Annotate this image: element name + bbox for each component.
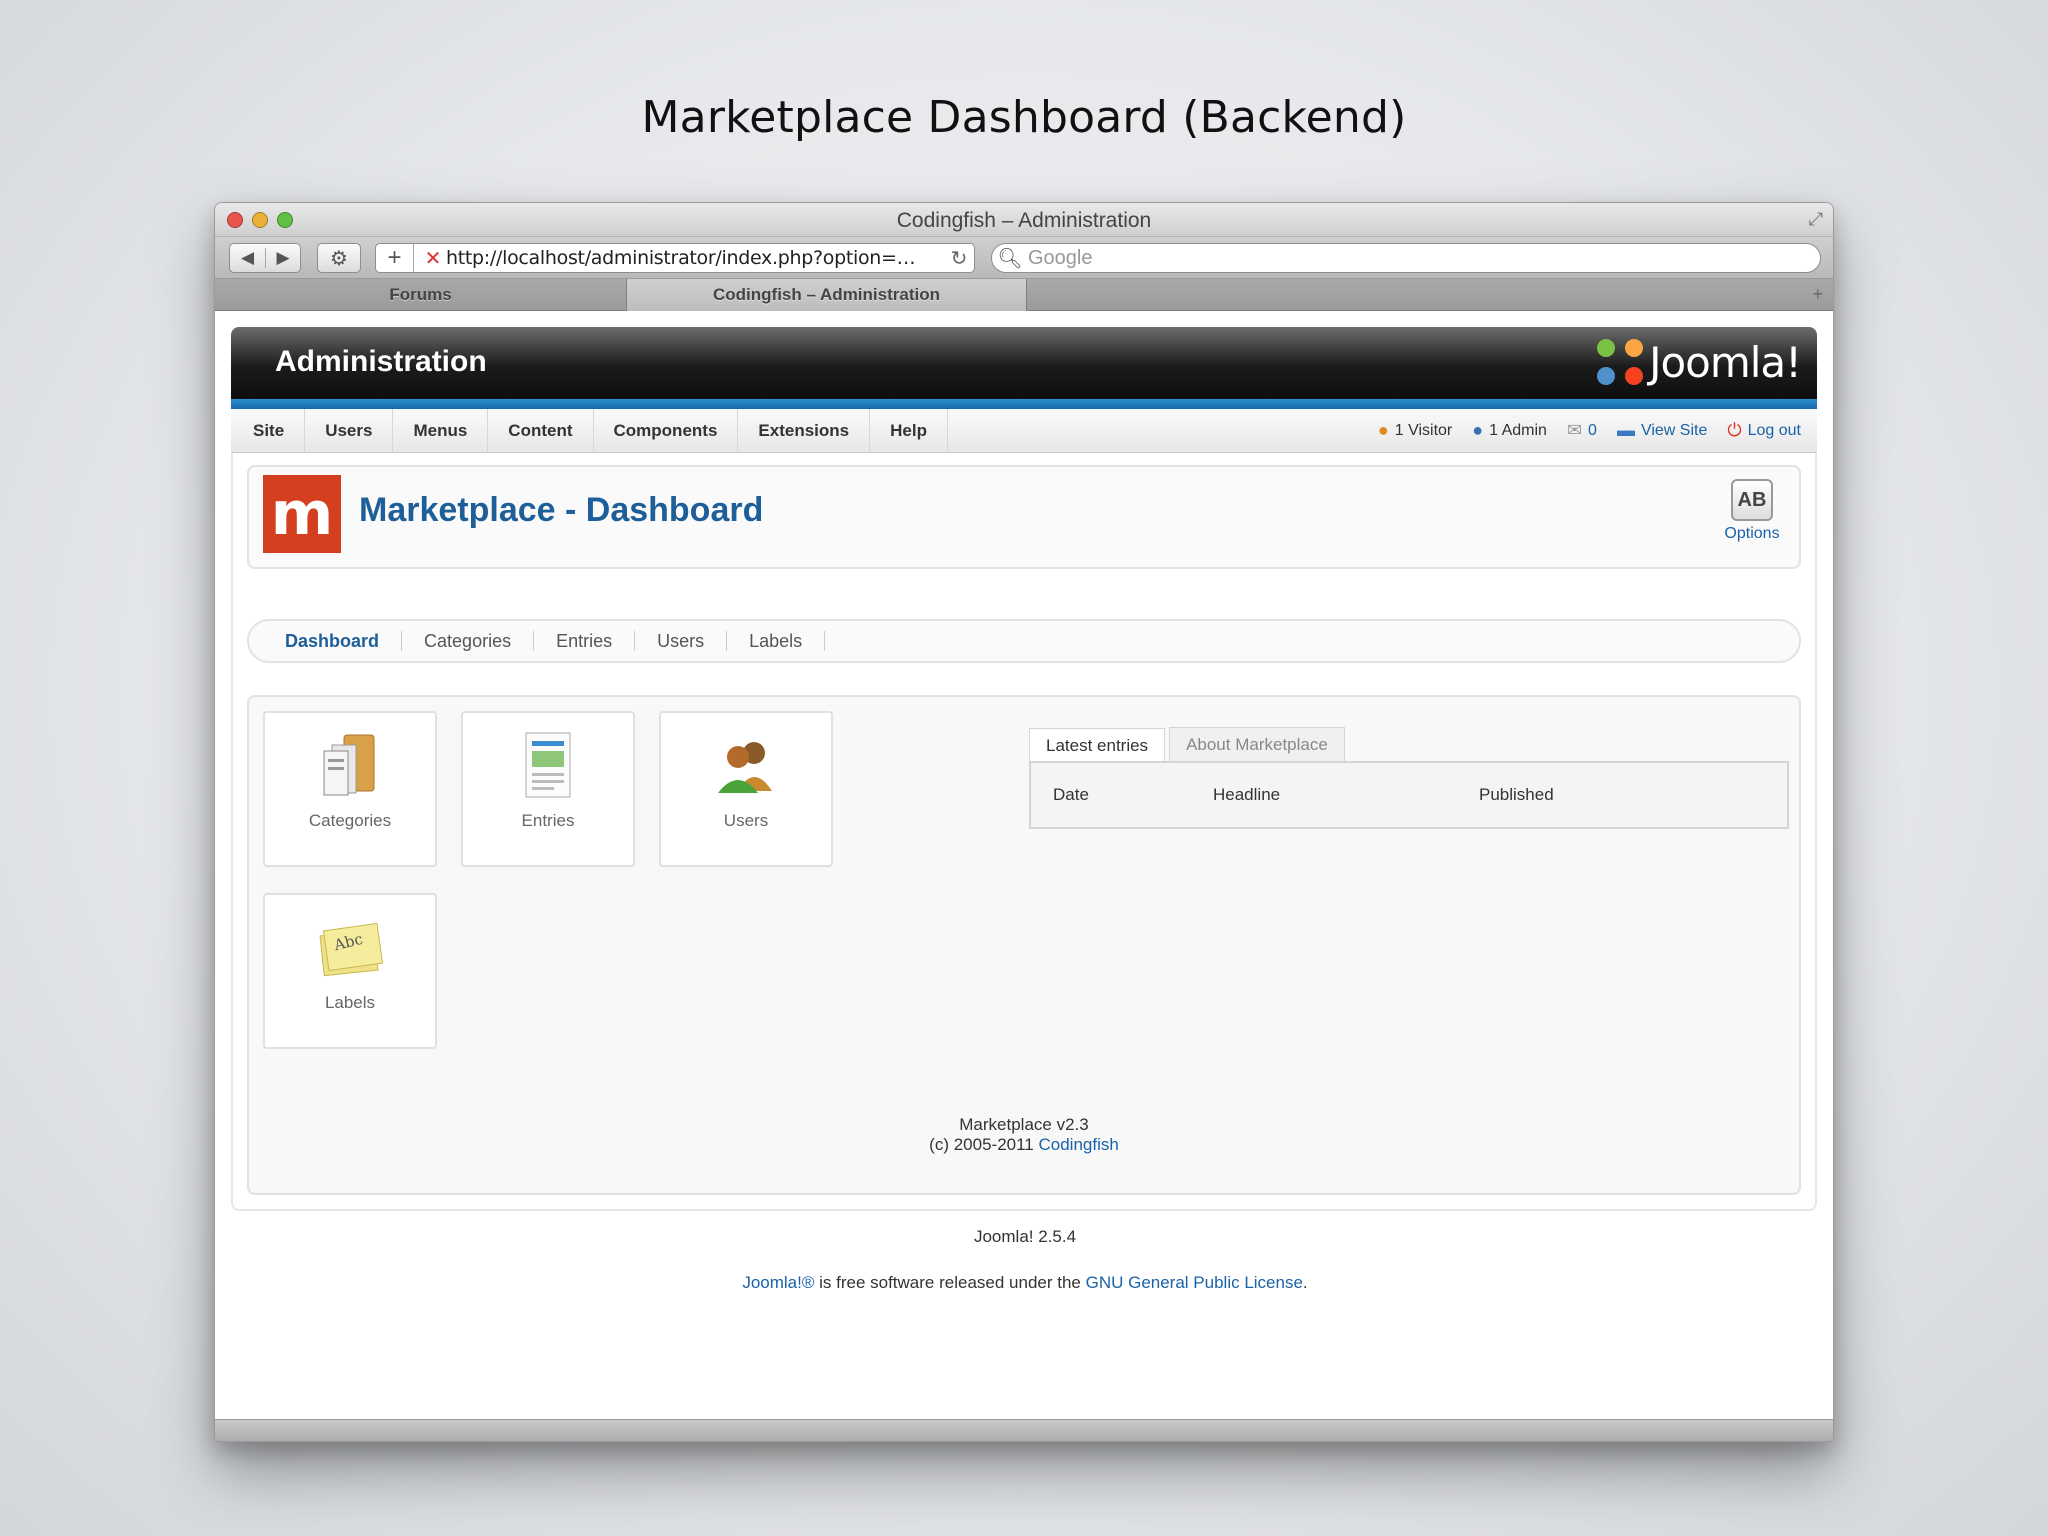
header-stripe xyxy=(231,399,1817,409)
view-site-label: View Site xyxy=(1640,421,1708,439)
submenu-labels[interactable]: Labels xyxy=(727,631,826,651)
new-tab-icon[interactable]: + xyxy=(1812,284,1823,305)
tab-administration[interactable]: Codingfish – Administration xyxy=(627,279,1027,311)
menu-site[interactable]: Site xyxy=(231,408,306,453)
back-button[interactable]: ◀ xyxy=(230,248,265,268)
monitor-icon: ▬ xyxy=(1616,420,1635,440)
folder-icon xyxy=(314,729,386,801)
admin-menu: Site Users Menus Content Components Exte… xyxy=(231,408,1817,453)
copyright-text: (c) 2005-2011 xyxy=(929,1135,1039,1154)
messages-count: 0 xyxy=(1588,421,1597,439)
submenu-entries[interactable]: Entries xyxy=(534,631,636,651)
options-label: Options xyxy=(1724,525,1780,542)
fullscreen-icon[interactable]: ⤢ xyxy=(1809,209,1823,230)
license-end: . xyxy=(1302,1273,1308,1292)
tab-about-marketplace[interactable]: About Marketplace xyxy=(1169,727,1345,761)
entries-button[interactable]: Entries xyxy=(461,711,635,867)
visitors-status: ● 1 Visitor xyxy=(1378,420,1452,441)
admin-icon: ● xyxy=(1472,420,1484,440)
license-text: is free software released under the xyxy=(814,1273,1086,1292)
column-published: Published xyxy=(1479,785,1554,804)
add-bookmark-icon[interactable]: + xyxy=(376,244,414,272)
admin-title: Administration xyxy=(275,345,487,378)
version-info: Marketplace v2.3 (c) 2005-2011 Codingfis… xyxy=(249,1115,1799,1155)
footer-license: Joomla!® is free software released under… xyxy=(215,1273,1833,1293)
page-content: Administration Joomla! Site Users Menus … xyxy=(215,313,1833,1441)
url-text[interactable]: http://localhost/administrator/index.php… xyxy=(446,247,944,269)
tab-forums[interactable]: Forums xyxy=(215,279,627,311)
url-bar[interactable]: + ✕ http://localhost/administrator/index… xyxy=(375,243,975,273)
labels-label: Labels xyxy=(324,993,376,1012)
options-icon: AB xyxy=(1731,479,1773,521)
visitor-icon: ● xyxy=(1377,420,1389,440)
column-date: Date xyxy=(1053,785,1089,804)
sticky-note-icon: Abc xyxy=(314,911,386,983)
joomla-logo: Joomla! xyxy=(1597,337,1802,387)
latest-entries-table: Date Headline Published xyxy=(1029,761,1789,829)
reload-icon[interactable]: ↻ xyxy=(944,246,974,271)
version-line: Marketplace v2.3 xyxy=(959,1115,1089,1134)
messages-icon: ✉ xyxy=(1566,420,1583,440)
browser-window: Codingfish – Administration ⤢ ◀ ▶ ⚙ + ✕ … xyxy=(214,202,1834,1442)
codingfish-link[interactable]: Codingfish xyxy=(1038,1135,1118,1154)
submenu-users[interactable]: Users xyxy=(635,631,728,651)
users-button[interactable]: Users xyxy=(659,711,833,867)
copyright-line: (c) 2005-2011 Codingfish xyxy=(249,1135,1799,1155)
logout-label: Log out xyxy=(1747,421,1801,439)
admin-header: Administration Joomla! xyxy=(231,327,1817,399)
info-tabs: Latest entries About Marketplace Date He… xyxy=(1029,727,1789,829)
users-icon xyxy=(710,729,782,801)
categories-button[interactable]: Categories xyxy=(263,711,437,867)
dashboard-panel: Categories Entries Users Abc Labels Late… xyxy=(247,695,1801,1195)
bookmarks-icon[interactable]: ⚙ xyxy=(317,243,361,273)
labels-button[interactable]: Abc Labels xyxy=(263,893,437,1049)
submenu-dashboard[interactable]: Dashboard xyxy=(271,631,403,651)
menu-users[interactable]: Users xyxy=(305,408,394,453)
status-area: ● 1 Visitor ● 1 Admin ✉ 0 ▬ View Site ⏻ xyxy=(1378,420,1817,441)
page-title: Marketplace - Dashboard xyxy=(359,491,764,529)
title-bar: Codingfish – Administration ⤢ xyxy=(215,203,1833,237)
users-label: Users xyxy=(723,811,769,830)
view-site-link[interactable]: ▬ View Site xyxy=(1617,420,1707,441)
messages-status[interactable]: ✉ 0 xyxy=(1567,420,1597,441)
column-headline: Headline xyxy=(1213,785,1281,804)
toolbar-panel: m Marketplace - Dashboard AB Options xyxy=(247,465,1801,569)
forward-button[interactable]: ▶ xyxy=(264,248,300,268)
joomla-version: Joomla! 2.5.4 xyxy=(973,1227,1077,1246)
admins-count: 1 Admin xyxy=(1489,421,1547,439)
favicon-icon: ✕ xyxy=(424,247,442,270)
menu-components[interactable]: Components xyxy=(594,408,739,453)
menu-content[interactable]: Content xyxy=(488,408,594,453)
joomla-link[interactable]: Joomla!® xyxy=(742,1273,814,1292)
submenu: Dashboard Categories Entries Users Label… xyxy=(247,619,1801,663)
marketplace-logo: m xyxy=(263,475,341,553)
menu-extensions[interactable]: Extensions xyxy=(738,408,871,453)
joomla-logo-icon xyxy=(1597,339,1644,385)
browser-tabs: Forums Codingfish – Administration + xyxy=(215,279,1833,311)
document-icon xyxy=(512,729,584,801)
submenu-categories[interactable]: Categories xyxy=(402,631,535,651)
search-input[interactable]: 🔍︎ Google xyxy=(991,243,1821,273)
options-button[interactable]: AB Options xyxy=(1719,479,1785,543)
gpl-link[interactable]: GNU General Public License xyxy=(1086,1273,1303,1292)
tab-latest-entries[interactable]: Latest entries xyxy=(1029,728,1166,763)
menu-help[interactable]: Help xyxy=(870,408,948,453)
logout-link[interactable]: ⏻ Log out xyxy=(1727,420,1801,441)
browser-toolbar: ◀ ▶ ⚙ + ✕ http://localhost/administrator… xyxy=(215,237,1833,279)
info-tab-strip: Latest entries About Marketplace xyxy=(1029,727,1789,763)
nav-buttons: ◀ ▶ xyxy=(229,243,301,273)
admins-status: ● 1 Admin xyxy=(1472,420,1547,441)
logout-icon: ⏻ xyxy=(1727,420,1742,440)
categories-label: Categories xyxy=(308,811,392,830)
search-icon: 🔍︎ xyxy=(997,247,1023,270)
entries-label: Entries xyxy=(521,811,575,830)
menu-menus[interactable]: Menus xyxy=(393,408,489,453)
search-placeholder: Google xyxy=(1028,246,1093,269)
browser-status-bar xyxy=(215,1419,1833,1441)
visitors-count: 1 Visitor xyxy=(1394,421,1453,439)
slide-title: Marketplace Dashboard (Backend) xyxy=(641,92,1407,143)
joomla-logo-text: Joomla! xyxy=(1649,337,1802,387)
window-title: Codingfish – Administration xyxy=(896,209,1152,232)
